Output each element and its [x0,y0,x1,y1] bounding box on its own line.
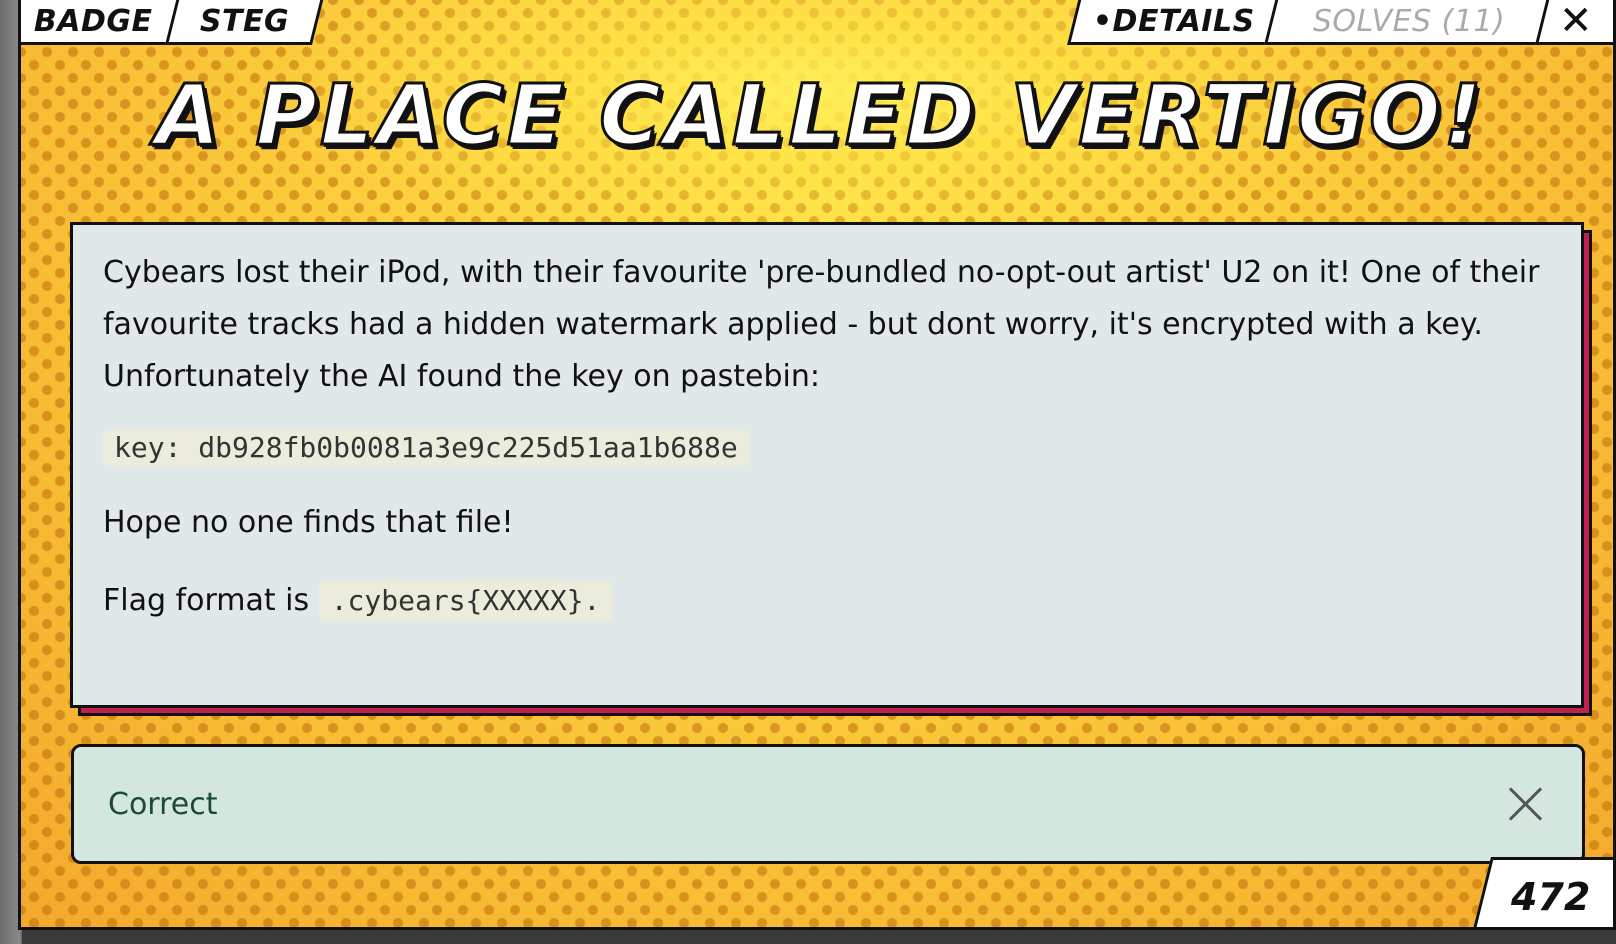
close-icon: ✕ [1558,0,1593,44]
alert-close-icon[interactable] [1504,782,1548,826]
description-text: Cybears lost their iPod, with their favo… [103,255,1540,394]
tab-steg[interactable]: STEG [165,0,324,45]
tab-details-label: •DETAILS [1093,3,1255,39]
challenge-title: A PLACE CALLED VERTIGO! [154,65,1485,166]
flag-format-line: Flag format is .cybears{XXXXX}. [103,575,1551,627]
points-badge: 472 [1471,857,1613,927]
points-value: 472 [1511,875,1591,919]
result-alert: Correct [71,744,1585,864]
challenge-modal: BADGE STEG •DETAILS SOLVES (11) ✕ A PLAC… [18,0,1616,930]
flag-format-label: Flag format is [103,583,319,618]
tab-solves[interactable]: SOLVES (11) [1264,0,1554,45]
tab-details[interactable]: •DETAILS [1067,0,1281,45]
description-panel: Cybears lost their iPod, with their favo… [70,222,1584,708]
key-code: key: db928fb0b0081a3e9c225d51aa1b688e [103,429,749,467]
tab-steg-label: STEG [199,3,290,39]
alert-status-text: Correct [108,786,218,822]
tab-badge-label: BADGE [34,3,153,39]
hope-text: Hope no one finds that file! [103,505,514,540]
modal-close-button[interactable]: ✕ [1535,0,1613,45]
tab-solves-label: SOLVES (11) [1312,3,1506,39]
flag-format-code: .cybears{XXXXX}. [318,580,613,621]
